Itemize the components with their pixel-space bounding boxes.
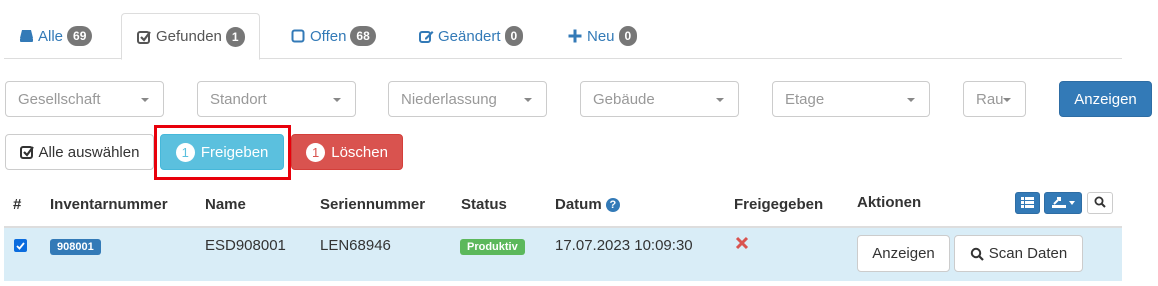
row-checkbox[interactable] xyxy=(14,239,27,252)
column-header-name[interactable]: Name xyxy=(205,196,246,213)
status-badge: Produktiv xyxy=(460,239,525,255)
highlight-frame xyxy=(154,125,291,180)
tab-alle[interactable]: Alle 69 xyxy=(4,13,106,59)
button-label: Scan Daten xyxy=(988,245,1068,262)
tab-gefunden[interactable]: Gefunden 1 xyxy=(121,13,260,60)
column-header-actions: Aktionen xyxy=(857,194,922,211)
caret-down-icon xyxy=(141,98,149,102)
count-badge: 69 xyxy=(67,26,93,46)
x-mark-icon xyxy=(735,236,749,253)
count-badge: 1 xyxy=(225,26,245,47)
show-row-button[interactable]: Anzeigen xyxy=(857,235,950,272)
tab-label: Neu xyxy=(587,27,615,45)
date-cell: 17.07.2023 10:09:30 xyxy=(555,237,693,254)
scan-data-button[interactable]: Scan Daten xyxy=(954,235,1083,272)
tab-label: Gefunden xyxy=(156,28,222,45)
column-header-label: Datum xyxy=(555,196,602,213)
caret-down-icon xyxy=(524,98,532,102)
list-icon xyxy=(1021,195,1034,211)
count-badge: 68 xyxy=(350,26,376,46)
tab-neu[interactable]: Neu 0 xyxy=(553,13,651,59)
select-placeholder: Gebäude xyxy=(593,90,655,108)
name-cell: ESD908001 xyxy=(205,237,286,254)
plus-icon xyxy=(567,28,583,44)
search-icon xyxy=(970,247,984,261)
button-label: Alle auswählen xyxy=(38,143,140,161)
edit-icon xyxy=(418,28,434,44)
branch-select[interactable]: Niederlassung xyxy=(388,81,547,117)
export-icon xyxy=(1051,195,1066,211)
check-icon xyxy=(16,241,25,250)
question-circle-icon[interactable]: ? xyxy=(605,198,620,212)
count-badge: 0 xyxy=(504,26,524,46)
column-header-inventory[interactable]: Inventarnummer xyxy=(50,196,168,213)
select-placeholder: Etage xyxy=(785,90,825,108)
column-header-released[interactable]: Freigegeben xyxy=(734,196,823,213)
caret-down-icon xyxy=(716,98,724,102)
inventory-label: 908001 xyxy=(50,239,101,255)
tab-geaendert[interactable]: Geändert 0 xyxy=(404,13,537,59)
hdd-icon xyxy=(18,28,34,44)
tab-bar: Alle 69 Gefunden 1 Offen 68 Geändert 0 N… xyxy=(4,13,1122,60)
count-badge: 1 xyxy=(306,142,326,162)
room-select[interactable]: Rau xyxy=(963,81,1026,117)
check-square-icon xyxy=(19,145,34,159)
square-icon xyxy=(290,28,306,44)
export-dropdown-button[interactable] xyxy=(1044,192,1082,214)
show-filter-button[interactable]: Anzeigen xyxy=(1059,81,1152,117)
serial-cell: LEN68946 xyxy=(320,237,391,254)
select-all-button[interactable]: Alle auswählen xyxy=(5,134,154,170)
caret-down-icon xyxy=(1003,98,1011,102)
column-header-status[interactable]: Status xyxy=(461,196,507,213)
tab-label: Offen xyxy=(310,27,347,45)
button-label: Löschen xyxy=(331,143,388,161)
search-icon xyxy=(1094,195,1106,211)
tab-offen[interactable]: Offen 68 xyxy=(276,13,390,59)
check-square-icon xyxy=(136,29,152,45)
caret-down-icon xyxy=(333,98,341,102)
location-select[interactable]: Standort xyxy=(197,81,356,117)
column-header-index: # xyxy=(13,196,22,213)
caret-down-icon xyxy=(907,98,915,102)
building-select[interactable]: Gebäude xyxy=(580,81,739,117)
column-header-date[interactable]: Datum ? xyxy=(555,196,620,213)
caret-down-icon xyxy=(1068,201,1075,205)
select-placeholder: Gesellschaft xyxy=(18,90,101,108)
tab-label: Alle xyxy=(38,27,64,45)
select-placeholder: Standort xyxy=(210,90,267,108)
company-select[interactable]: Gesellschaft xyxy=(5,81,164,117)
delete-button[interactable]: 1 Löschen xyxy=(291,134,403,170)
tab-label: Geändert xyxy=(438,27,501,45)
count-badge: 0 xyxy=(618,26,638,46)
column-header-serial[interactable]: Seriennummer xyxy=(320,196,425,213)
select-placeholder: Niederlassung xyxy=(401,90,497,108)
search-button[interactable] xyxy=(1087,192,1113,214)
select-placeholder: Rau xyxy=(976,90,1004,108)
floor-select[interactable]: Etage xyxy=(772,81,930,117)
list-view-button[interactable] xyxy=(1015,192,1040,214)
